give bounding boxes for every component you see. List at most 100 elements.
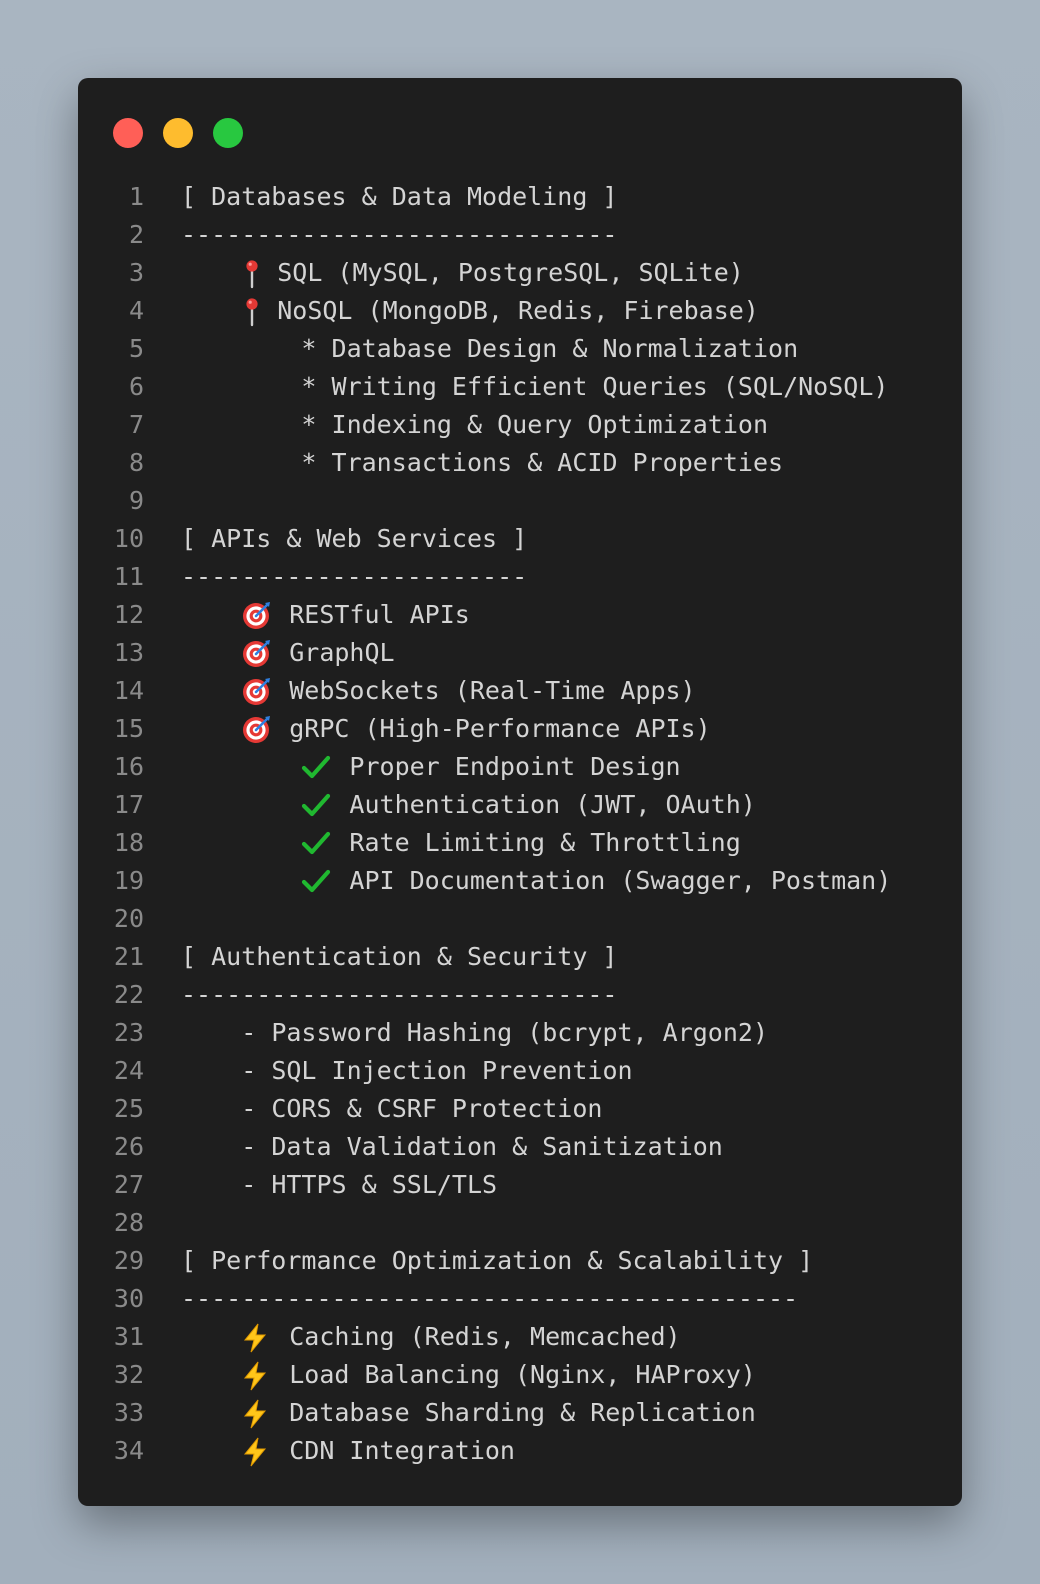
check-icon [301, 786, 349, 824]
line-number: 17 [113, 790, 144, 819]
line-number: 24 [113, 1056, 144, 1085]
line-number: 29 [113, 1246, 144, 1275]
line-content: Caching (Redis, Memcached) [181, 1318, 681, 1356]
code-line: 8 * Transactions & ACID Properties [78, 444, 962, 482]
code-line: 2 ----------------------------- [78, 216, 962, 254]
line-text: WebSockets (Real-Time Apps) [289, 676, 696, 705]
line-text: ----------------------------- [181, 980, 618, 1009]
code-line: 26 - Data Validation & Sanitization [78, 1128, 962, 1166]
code-line: 29 [ Performance Optimization & Scalabili… [78, 1242, 962, 1280]
target-icon [241, 672, 289, 710]
line-number: 12 [113, 600, 144, 629]
line-number: 16 [113, 752, 144, 781]
line-number: 33 [113, 1398, 144, 1427]
line-text: Caching (Redis, Memcached) [289, 1322, 681, 1351]
line-number: 10 [113, 524, 144, 553]
line-number: 2 [128, 220, 144, 249]
code-window: 1 [ Databases & Data Modeling ] 2 ---------… [78, 78, 962, 1506]
code-line: 32 Load Balancing (Nginx, HAProxy) [78, 1356, 962, 1394]
line-number: 22 [113, 980, 144, 1009]
line-content: WebSockets (Real-Time Apps) [181, 672, 696, 710]
line-number: 23 [113, 1018, 144, 1047]
line-text: Load Balancing (Nginx, HAProxy) [289, 1360, 756, 1389]
line-number: 9 [128, 486, 144, 515]
minimize-button[interactable] [163, 118, 193, 148]
line-number: 19 [113, 866, 144, 895]
line-text: * Indexing & Query Optimization [301, 410, 769, 439]
code-line: 16 Proper Endpoint Design [78, 748, 962, 786]
code-line: 25 - CORS & CSRF Protection [78, 1090, 962, 1128]
code-line: 23 - Password Hashing (bcrypt, Argon2) [78, 1014, 962, 1052]
line-number: 31 [113, 1322, 144, 1351]
line-text: GraphQL [289, 638, 395, 667]
pin-icon [241, 292, 277, 330]
line-content: * Writing Efficient Queries (SQL/NoSQL) [181, 368, 888, 406]
zap-icon [241, 1318, 289, 1356]
line-content: - Password Hashing (bcrypt, Argon2) [181, 1014, 768, 1052]
line-text: ----------------------- [181, 562, 528, 591]
code-line: 19 API Documentation (Swagger, Postman) [78, 862, 962, 900]
line-content: - Data Validation & Sanitization [181, 1128, 723, 1166]
line-content: NoSQL (MongoDB, Redis, Firebase) [181, 292, 759, 330]
target-icon [241, 710, 289, 748]
line-text: * Database Design & Normalization [301, 334, 799, 363]
code-line: 5 * Database Design & Normalization [78, 330, 962, 368]
line-number: 3 [128, 258, 144, 287]
code-line: 9 [78, 482, 962, 520]
line-text: [ Authentication & Security ] [181, 942, 618, 971]
line-number: 5 [128, 334, 144, 363]
line-text: API Documentation (Swagger, Postman) [349, 866, 892, 895]
line-text: SQL (MySQL, PostgreSQL, SQLite) [277, 258, 744, 287]
line-text: CDN Integration [289, 1436, 515, 1465]
check-icon [301, 862, 349, 900]
zap-icon [241, 1356, 289, 1394]
zap-icon [241, 1432, 289, 1470]
line-number: 32 [113, 1360, 144, 1389]
line-text: RESTful APIs [289, 600, 470, 629]
line-content: Load Balancing (Nginx, HAProxy) [181, 1356, 756, 1394]
code-line: 22 ----------------------------- [78, 976, 962, 1014]
line-text: - HTTPS & SSL/TLS [241, 1170, 498, 1199]
line-number: 6 [128, 372, 144, 401]
maximize-button[interactable] [213, 118, 243, 148]
line-content: ----------------------------- [181, 976, 618, 1014]
code-line: 1 [ Databases & Data Modeling ] [78, 178, 962, 216]
line-content: Database Sharding & Replication [181, 1394, 756, 1432]
line-content: [ Performance Optimization & Scalability… [181, 1242, 813, 1280]
line-content: gRPC (High-Performance APIs) [181, 710, 711, 748]
pin-icon [241, 254, 277, 292]
line-number: 27 [113, 1170, 144, 1199]
line-number: 18 [113, 828, 144, 857]
line-content: - HTTPS & SSL/TLS [181, 1166, 497, 1204]
line-content: ----------------------------- [181, 216, 618, 254]
line-content: [ Databases & Data Modeling ] [181, 178, 618, 216]
line-content: * Transactions & ACID Properties [181, 444, 783, 482]
line-content: ----------------------- [181, 558, 527, 596]
check-icon [301, 824, 349, 862]
line-number: 1 [128, 182, 144, 211]
code-line: 31 Caching (Redis, Memcached) [78, 1318, 962, 1356]
line-content: - SQL Injection Prevention [181, 1052, 632, 1090]
code-line: 21 [ Authentication & Security ] [78, 938, 962, 976]
line-number: 34 [113, 1436, 144, 1465]
code-line: 20 [78, 900, 962, 938]
target-icon [241, 634, 289, 672]
line-number: 13 [113, 638, 144, 667]
code-line: 34 CDN Integration [78, 1432, 962, 1470]
code-line: 4 NoSQL (MongoDB, Redis, Firebase) [78, 292, 962, 330]
line-content: RESTful APIs [181, 596, 470, 634]
code-line: 30 --------------------------------------… [78, 1280, 962, 1318]
line-text: - Data Validation & Sanitization [241, 1132, 723, 1161]
code-line: 27 - HTTPS & SSL/TLS [78, 1166, 962, 1204]
code-line: 11 ----------------------- [78, 558, 962, 596]
code-line: 10 [ APIs & Web Services ] [78, 520, 962, 558]
line-text: - CORS & CSRF Protection [241, 1094, 603, 1123]
line-text: ----------------------------- [181, 220, 618, 249]
line-number: 8 [128, 448, 144, 477]
code-line: 17 Authentication (JWT, OAuth) [78, 786, 962, 824]
line-text: Database Sharding & Replication [289, 1398, 756, 1427]
line-number: 30 [113, 1284, 144, 1313]
line-content: - CORS & CSRF Protection [181, 1090, 602, 1128]
close-button[interactable] [113, 118, 143, 148]
code-line: 6 * Writing Efficient Queries (SQL/NoSQL… [78, 368, 962, 406]
